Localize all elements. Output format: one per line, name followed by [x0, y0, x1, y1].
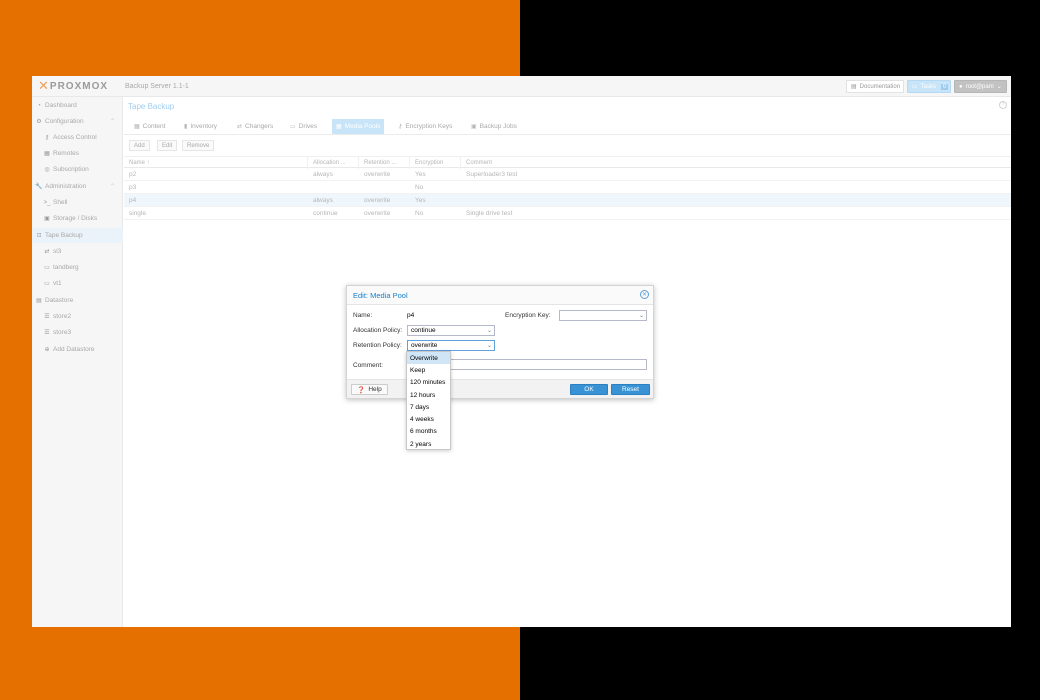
allocation-policy-select[interactable]: continue ⌄ — [407, 325, 495, 336]
retention-policy-dropdown: Overwrite Keep 120 minutes 12 hours 7 da… — [406, 351, 451, 450]
retention-policy-select[interactable]: overwrite ⌄ — [407, 340, 495, 351]
allocation-policy-label: Allocation Policy: — [353, 327, 403, 334]
help-label: Help — [368, 386, 382, 393]
name-label: Name: — [353, 312, 373, 319]
edit-media-pool-dialog: Edit: Media Pool ✕ Name: p4 Allocation P… — [346, 285, 654, 399]
dialog-title: Edit: Media Pool — [353, 291, 408, 300]
comment-label: Comment: — [353, 362, 383, 369]
option-6-months[interactable]: 6 months — [407, 425, 450, 437]
close-icon[interactable]: ✕ — [640, 290, 649, 299]
option-overwrite[interactable]: Overwrite — [407, 352, 450, 364]
option-120-minutes[interactable]: 120 minutes — [407, 376, 450, 388]
option-12-hours[interactable]: 12 hours — [407, 389, 450, 401]
option-keep[interactable]: Keep — [407, 364, 450, 376]
chevron-down-icon[interactable]: ⌄ — [487, 327, 492, 334]
option-2-years[interactable]: 2 years — [407, 438, 450, 450]
allocation-policy-value: continue — [411, 327, 436, 334]
chevron-down-icon[interactable]: ⌄ — [639, 312, 644, 319]
retention-policy-value: overwrite — [411, 342, 438, 349]
option-7-days[interactable]: 7 days — [407, 401, 450, 413]
ok-button[interactable]: OK — [570, 384, 608, 395]
encryption-key-select[interactable]: ⌄ — [559, 310, 647, 321]
encryption-key-label: Encryption Key: — [505, 312, 551, 319]
dialog-header: Edit: Media Pool ✕ — [347, 286, 653, 305]
chevron-down-icon[interactable]: ⌄ — [487, 342, 492, 349]
option-4-weeks[interactable]: 4 weeks — [407, 413, 450, 425]
retention-policy-label: Retention Policy: — [353, 342, 402, 349]
question-circle-icon: ❓ — [357, 386, 366, 394]
reset-button[interactable]: Reset — [611, 384, 650, 395]
name-value: p4 — [407, 312, 415, 319]
dialog-footer: ❓ Help OK Reset — [347, 379, 653, 398]
help-button[interactable]: ❓ Help — [351, 384, 388, 395]
